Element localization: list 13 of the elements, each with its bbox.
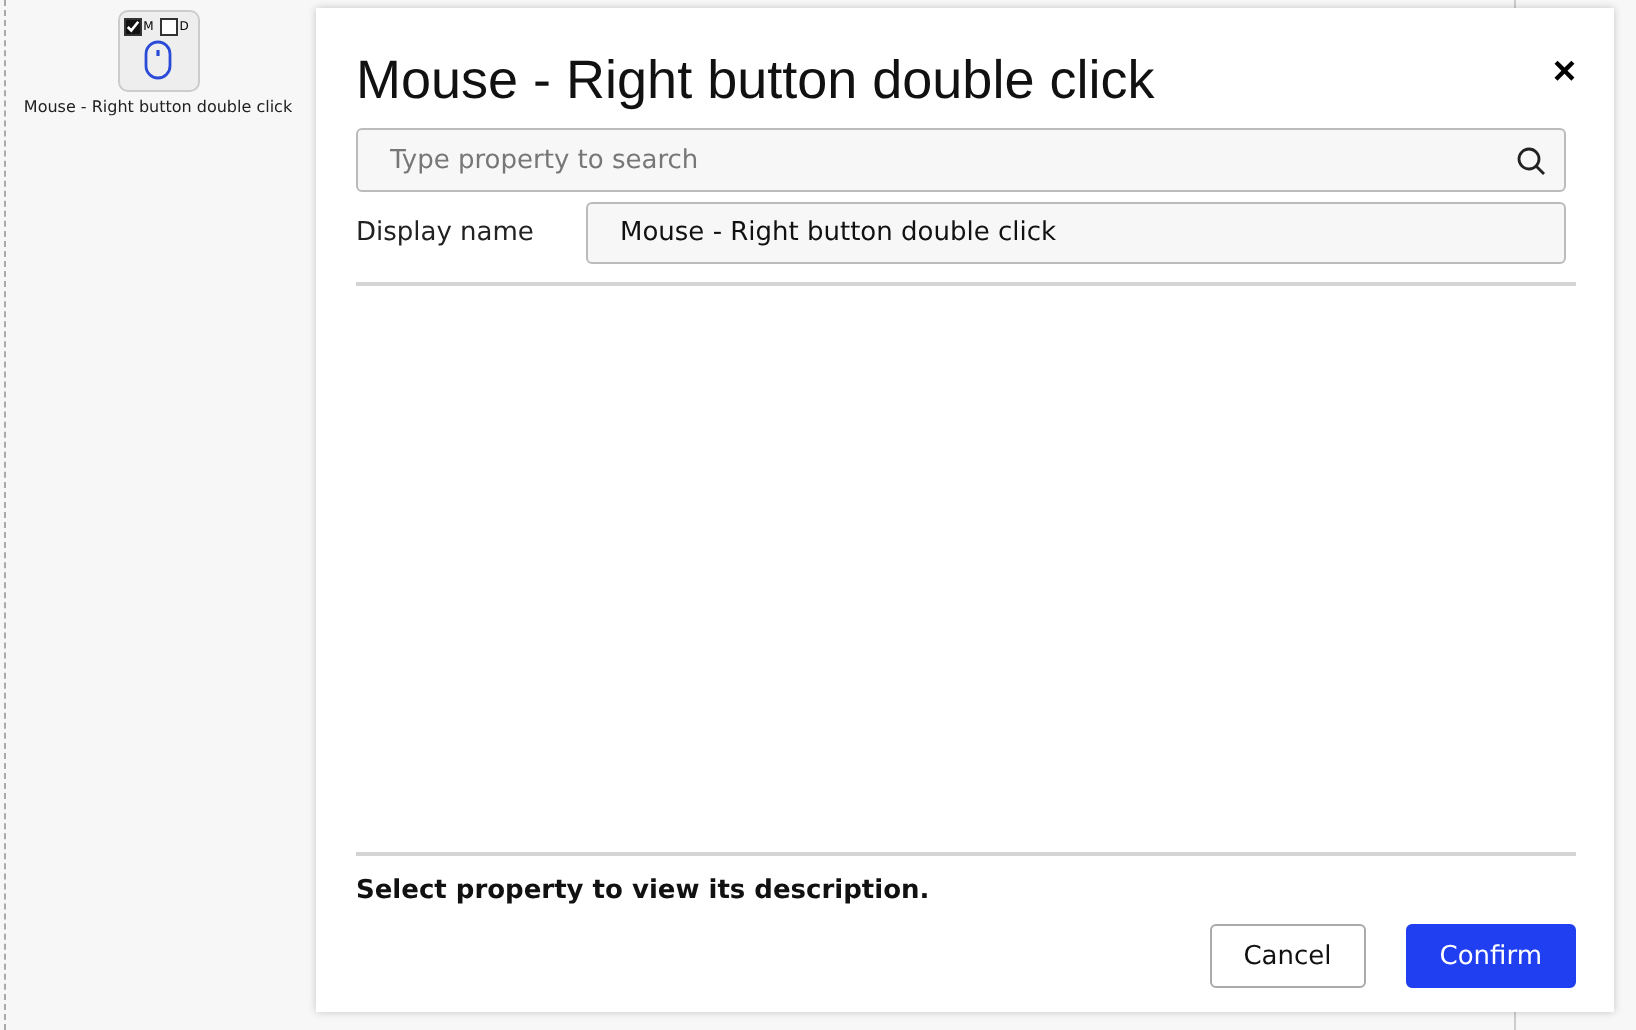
close-button[interactable]: × <box>1552 52 1576 92</box>
checkbox[interactable] <box>123 18 142 36</box>
search-icon <box>1516 146 1546 176</box>
display-name-field[interactable]: Mouse - Right button double click <box>586 202 1566 264</box>
confirm-button[interactable]: Confirm <box>1405 924 1576 988</box>
search-field[interactable]: Type property to search <box>356 128 1566 192</box>
node-label: Mouse - Right button double click <box>23 98 293 116</box>
cancel-button[interactable]: Cancel <box>1209 924 1366 988</box>
dialog-title: Mouse - Right button double click <box>356 48 1155 112</box>
checkbox[interactable] <box>159 18 178 36</box>
display-name-label: Display name <box>356 218 536 248</box>
description-text: Select property to view its description. <box>356 876 932 906</box>
mouse-icon <box>144 40 172 80</box>
